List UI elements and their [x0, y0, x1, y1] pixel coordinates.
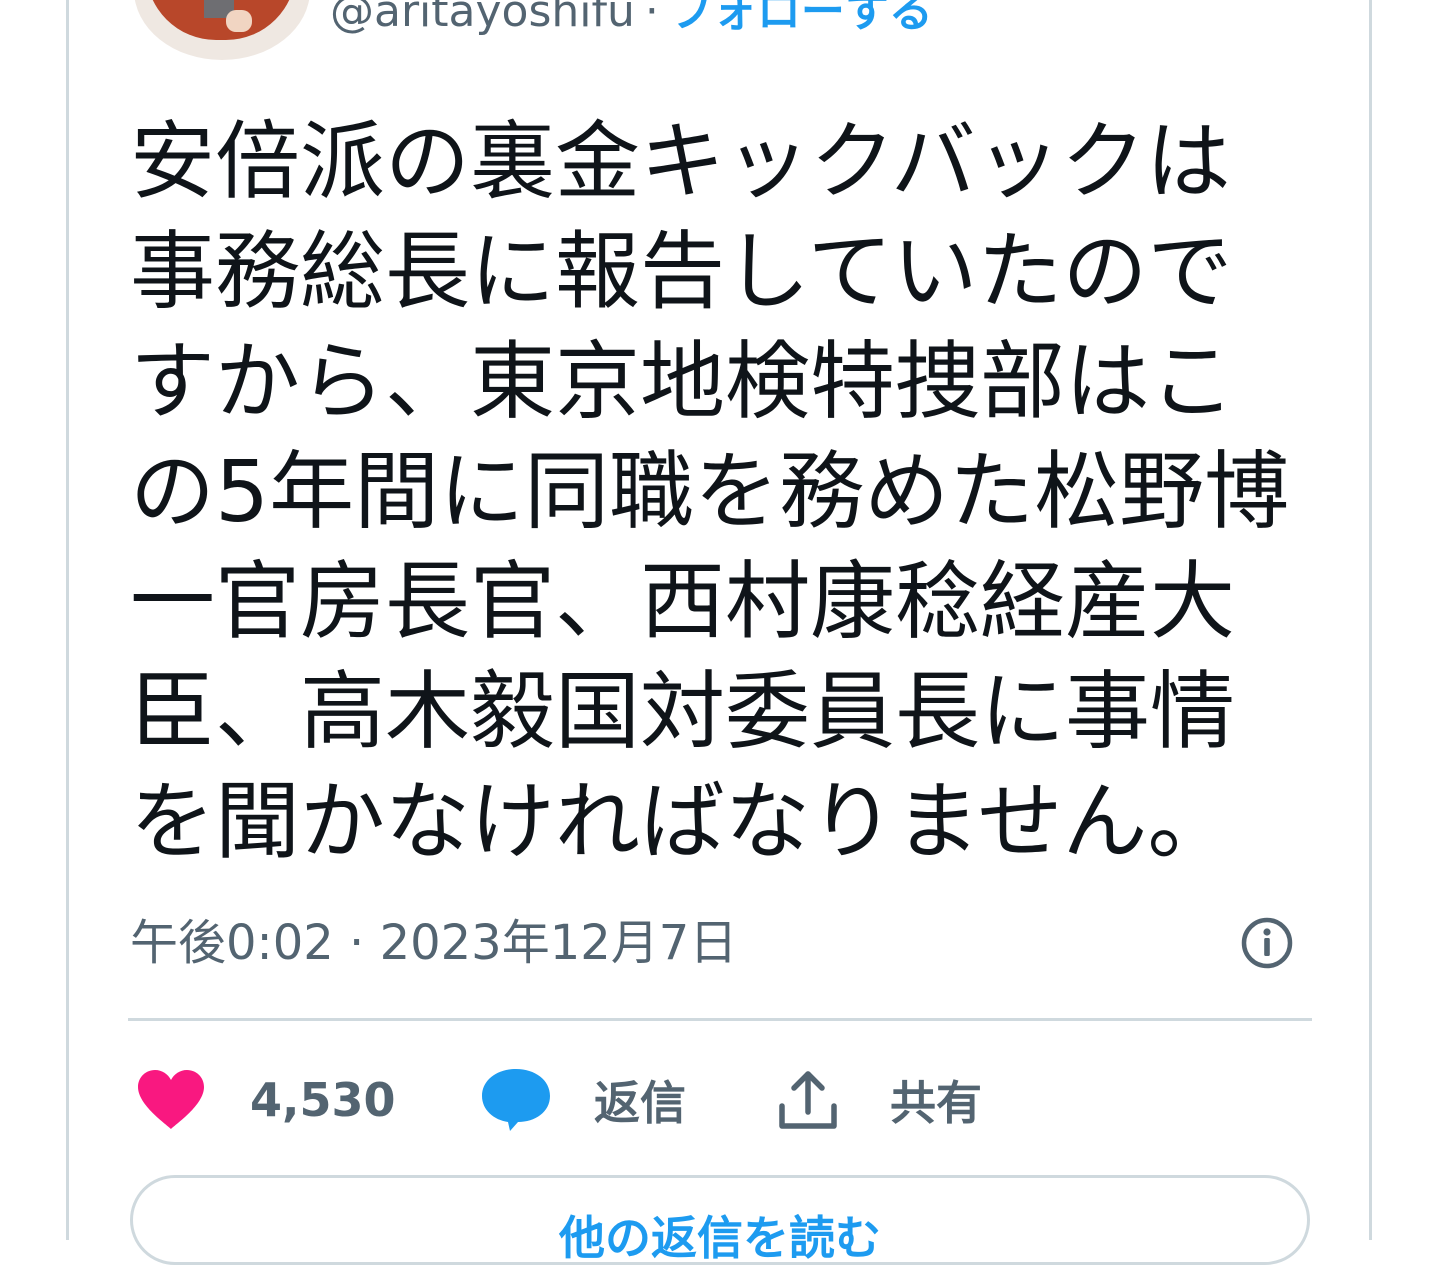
follow-link[interactable]: フォローする — [669, 0, 933, 37]
tweet-text: 安倍派の裏金キックバックは 事務総長に報告していたので すから、東京地検特捜部は… — [130, 108, 1320, 878]
read-replies-label: 他の返信を読む — [559, 1211, 881, 1265]
avatar-hand — [226, 10, 252, 32]
share-label: 共有 — [890, 1076, 982, 1130]
share-icon — [779, 1071, 837, 1129]
tweet-line: 一官房長官、西村康稔経産大 — [130, 553, 1236, 652]
reply-label: 返信 — [594, 1076, 686, 1130]
tweet-line: すから、東京地検特捜部はこ — [130, 333, 1236, 432]
author-row: @aritayoshifu · フォローする — [330, 0, 933, 42]
author-handle[interactable]: @aritayoshifu — [330, 0, 635, 37]
tweet-line: 事務総長に報告していたので — [130, 223, 1233, 322]
heart-icon — [138, 1070, 204, 1129]
reply-button[interactable]: 返信 — [480, 1062, 686, 1138]
divider — [128, 1018, 1312, 1021]
tweet-line: を聞かなければなりません。 — [130, 773, 1233, 872]
read-replies-button[interactable]: 他の返信を読む — [130, 1175, 1310, 1265]
tweet-line: 臣、高木毅国対委員長に事情 — [130, 663, 1236, 762]
speech-bubble-icon — [482, 1069, 550, 1131]
tweet-line: 安倍派の裏金キックバックは — [130, 113, 1231, 212]
like-button[interactable]: 4,530 — [136, 1062, 396, 1138]
share-button[interactable]: 共有 — [776, 1062, 982, 1138]
handle-separator: · — [644, 0, 659, 37]
tweet-timestamp[interactable]: 午後0:02 · 2023年12月7日 — [130, 912, 737, 974]
info-icon[interactable] — [1240, 916, 1294, 970]
like-count: 4,530 — [250, 1073, 396, 1127]
tweet-line: の5年間に同職を務めた松野博 — [130, 443, 1290, 542]
